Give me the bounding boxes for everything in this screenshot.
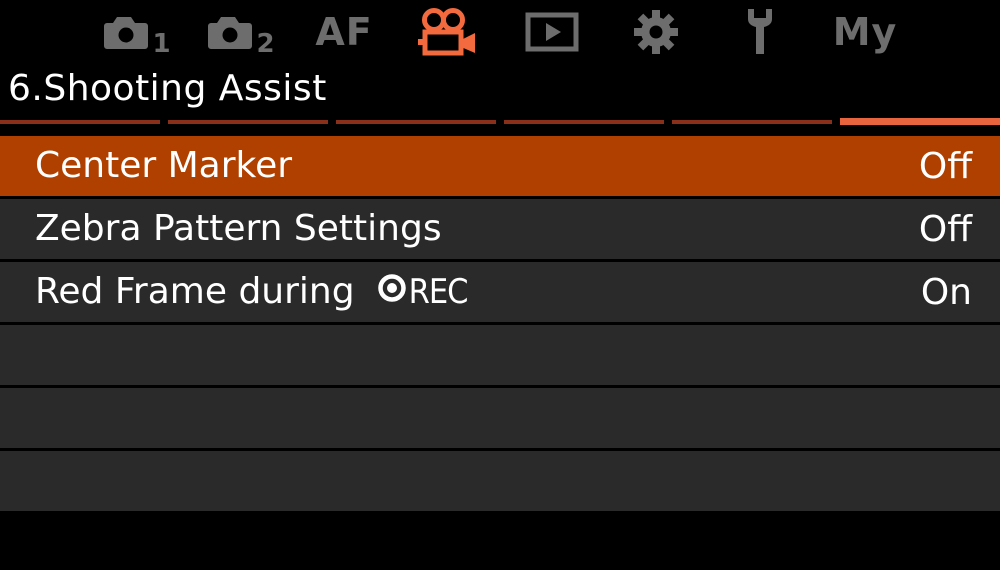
page-indicator-segment-active xyxy=(840,118,1000,125)
tab-video[interactable] xyxy=(414,4,482,60)
tab-my-menu-label: My xyxy=(832,10,898,54)
menu-item-label: Red Frame during REC xyxy=(35,261,469,323)
page-indicator-segment xyxy=(168,120,328,124)
menu-item-label-prefix: Red Frame during xyxy=(35,271,355,312)
menu-item-value: On xyxy=(920,272,972,313)
gear-icon xyxy=(632,8,680,56)
tab-shooting-2[interactable]: 2 xyxy=(206,4,276,60)
tab-shooting-1[interactable]: 1 xyxy=(102,4,172,60)
menu-item-red-frame-during-rec[interactable]: Red Frame during REC On xyxy=(0,262,1000,322)
menu-item-label-suffix: REC xyxy=(408,272,469,312)
menu-item-label: Center Marker xyxy=(35,145,293,186)
page-indicator-segment xyxy=(0,120,160,124)
camera-icon xyxy=(207,15,253,49)
menu-item-zebra-pattern-settings[interactable]: Zebra Pattern Settings Off xyxy=(0,199,1000,259)
page-title: 6.Shooting Assist xyxy=(8,68,327,109)
menu-item-empty xyxy=(0,451,1000,511)
tab-shooting-1-number: 1 xyxy=(152,29,171,59)
menu-item-empty xyxy=(0,388,1000,448)
page-indicator-segment xyxy=(672,120,832,124)
menu-tab-bar: 1 2 AF My xyxy=(0,0,1000,64)
tab-af[interactable]: AF xyxy=(312,4,376,60)
page-indicator xyxy=(0,118,1000,126)
menu-item-label: Zebra Pattern Settings xyxy=(35,208,442,249)
menu-item-empty xyxy=(0,325,1000,385)
tab-custom[interactable] xyxy=(732,4,788,60)
page-indicator-segment xyxy=(336,120,496,124)
tab-af-label: AF xyxy=(315,10,373,54)
page-indicator-segment xyxy=(504,120,664,124)
menu-item-value: Off xyxy=(918,146,972,187)
record-icon xyxy=(377,261,407,323)
menu-item-center-marker[interactable]: Center Marker Off xyxy=(0,136,1000,196)
movie-camera-icon xyxy=(417,7,479,57)
camera-icon xyxy=(103,15,149,49)
play-icon xyxy=(525,12,579,52)
tab-settings[interactable] xyxy=(626,4,686,60)
menu-list: Center Marker Off Zebra Pattern Settings… xyxy=(0,136,1000,514)
tab-my-menu[interactable]: My xyxy=(830,4,900,60)
tab-playback[interactable] xyxy=(522,4,582,60)
tab-shooting-2-number: 2 xyxy=(256,29,275,59)
wrench-icon xyxy=(740,7,780,57)
menu-item-value: Off xyxy=(918,209,972,250)
